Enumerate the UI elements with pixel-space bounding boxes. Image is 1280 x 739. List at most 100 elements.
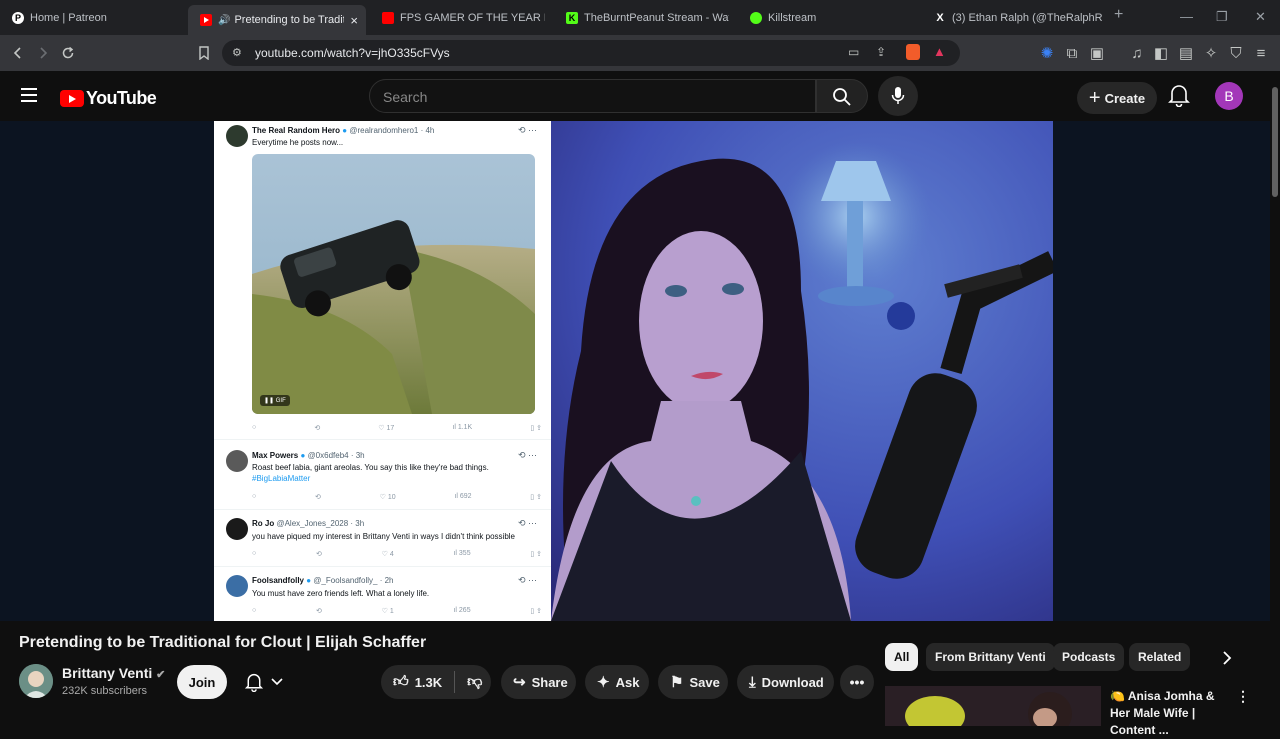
extension-box-icon[interactable]: ▣ — [1087, 43, 1107, 63]
tweet-author: Foolsandfolly ● @_Foolsandfolly_ · 2h — [252, 576, 394, 585]
tweet-actions: ○ ⟲ ♡ 10 ıl 692 ▯ ⇪ — [252, 493, 542, 501]
subscriber-count: 232K subscribers — [62, 685, 147, 697]
browser-menu-icon[interactable]: ≡ — [1251, 43, 1271, 63]
create-button[interactable]: + Create — [1077, 82, 1157, 114]
channel-name[interactable]: Brittany Venti ✔ — [62, 665, 165, 681]
youtube-logo[interactable]: YouTube — [60, 88, 157, 109]
tab-title: FPS GAMER OF THE YEAR DOES — [400, 11, 545, 24]
search-button[interactable] — [816, 79, 868, 113]
tab-fps-gamer[interactable]: FPS GAMER OF THE YEAR DOES — [370, 5, 550, 30]
search-icon — [833, 88, 851, 106]
dislike-button[interactable]: 👎︎ — [467, 673, 482, 691]
save-button[interactable]: ⚑ Save — [658, 665, 728, 699]
share-button[interactable]: ↪ Share — [501, 665, 576, 699]
recommendation-menu-icon[interactable]: ⋮ — [1236, 688, 1250, 705]
share-icon: ↪ — [513, 674, 526, 691]
logo-text: YouTube — [86, 88, 157, 108]
join-button[interactable]: Join — [177, 665, 227, 699]
site-settings-icon[interactable]: ⚙ — [232, 46, 242, 59]
tweet-more-icon: ⟲ ⋯ — [517, 518, 537, 528]
media-controls-icon[interactable]: ♫ — [1127, 43, 1147, 63]
close-window-icon[interactable]: ✕ — [1255, 9, 1266, 25]
tab-kick[interactable]: K TheBurntPeanut Stream - Watch — [554, 5, 734, 30]
back-icon[interactable] — [8, 43, 28, 63]
share-page-icon[interactable]: ⇪ — [876, 45, 886, 59]
brave-rewards-icon[interactable]: ▲ — [933, 44, 946, 59]
youtube-favicon-icon — [382, 11, 394, 24]
video-player[interactable]: The Real Random Hero ● @realrandomhero1 … — [0, 121, 1280, 621]
tweet-actions: ○ ⟲ ♡ 1 ıl 265 ▯ ⇪ — [252, 607, 542, 615]
tweet-text: Roast beef labia, giant areolas. You say… — [252, 463, 489, 472]
bookmark-share-icon: ▯ ⇪ — [530, 425, 542, 432]
recommendation-thumbnail[interactable] — [885, 686, 1101, 726]
rumble-icon — [750, 11, 762, 24]
views-icon: ıl 1.1K — [452, 424, 473, 431]
search-input[interactable]: Search — [369, 79, 816, 113]
chip-podcasts[interactable]: Podcasts — [1053, 643, 1125, 671]
extensions-puzzle-icon[interactable]: ⧉ — [1062, 43, 1082, 63]
bookmark-icon[interactable] — [194, 43, 214, 63]
chevron-right-icon[interactable] — [1221, 650, 1233, 671]
like-dislike-group: 👍︎ 1.3K 👎︎ — [381, 665, 491, 699]
address-bar[interactable]: ⚙ youtube.com/watch?v=jhO335cFVys ▭ ⇪ ▲ — [222, 40, 960, 66]
tab-x[interactable]: X (3) Ethan Ralph (@TheRalphRetort — [922, 5, 1102, 30]
youtube-favicon-icon — [200, 14, 212, 26]
more-horizontal-icon: ••• — [849, 674, 865, 690]
tweet-avatar — [226, 125, 248, 147]
speaker-icon[interactable]: 🔊 — [218, 15, 230, 26]
verified-icon: ✔ — [156, 669, 166, 681]
chip-related[interactable]: Related — [1129, 643, 1191, 671]
download-button[interactable]: ⤓ Download — [737, 665, 834, 699]
hamburger-menu-icon[interactable] — [20, 86, 40, 109]
chevron-down-icon — [271, 678, 283, 686]
brave-shields-icon[interactable] — [906, 44, 920, 60]
like-button[interactable]: 👍︎ — [393, 673, 409, 691]
tweet-avatar — [226, 575, 248, 597]
tweet-avatar — [226, 518, 248, 540]
cast-icon[interactable]: ▭ — [848, 45, 859, 59]
close-tab-icon[interactable]: × — [350, 13, 358, 28]
plus-icon: + — [1088, 86, 1101, 109]
leo-ai-icon[interactable]: ✧ — [1201, 43, 1221, 63]
maximize-icon[interactable]: ❐ — [1216, 9, 1228, 25]
tab-killstream[interactable]: Killstream — [738, 5, 918, 30]
forward-icon[interactable] — [33, 43, 53, 63]
sidebar-toggle-icon[interactable]: ◧ — [1151, 43, 1171, 63]
vpn-shield-icon[interactable]: ⛉ — [1226, 43, 1246, 63]
tab-patreon[interactable]: P Home | Patreon — [0, 5, 186, 30]
subscription-notifications-button[interactable] — [236, 665, 292, 699]
page-scrollbar[interactable] — [1270, 71, 1280, 720]
youtube-header: YouTube Search + Create B — [0, 71, 1280, 121]
tweet-screenshot-panel: The Real Random Hero ● @realrandomhero1 … — [214, 121, 551, 621]
youtube-play-icon — [60, 90, 84, 107]
channel-avatar[interactable] — [19, 664, 53, 698]
tweet-hashtag: #BigLabiaMatter — [252, 474, 311, 483]
more-actions-button[interactable]: ••• — [840, 665, 874, 699]
new-tab-icon[interactable]: + — [1114, 6, 1123, 24]
chip-from-channel[interactable]: From Brittany Venti — [926, 643, 1055, 671]
create-label: Create — [1104, 90, 1146, 106]
account-avatar[interactable]: B — [1215, 82, 1243, 110]
tab-title: Home | Patreon — [30, 11, 107, 24]
minimize-icon[interactable]: — — [1180, 9, 1193, 24]
tab-youtube-active[interactable]: 🔊 Pretending to be Traditio × — [188, 5, 366, 35]
patreon-icon: P — [12, 11, 24, 24]
divider — [454, 671, 456, 693]
x-icon: X — [936, 11, 944, 24]
tweet-actions: ○ ⟲ ♡ 4 ıl 355 ▯ ⇪ — [252, 550, 542, 558]
reload-icon[interactable] — [58, 43, 78, 63]
video-title: Pretending to be Traditional for Clout |… — [19, 634, 427, 651]
wallet-icon[interactable]: ▤ — [1176, 43, 1196, 63]
extension-blue-icon[interactable]: ✺ — [1037, 43, 1057, 63]
tweet-text: Everytime he posts now... — [252, 138, 344, 147]
sparkle-icon: ✦ — [597, 674, 610, 691]
ask-button[interactable]: ✦ Ask — [585, 665, 649, 699]
recommendation-title[interactable]: 🍋 Anisa Jomha & Her Male Wife | Content … — [1110, 688, 1230, 739]
url-text[interactable]: youtube.com/watch?v=jhO335cFVys — [255, 46, 450, 60]
notifications-bell-icon[interactable] — [1168, 83, 1194, 109]
chip-all[interactable]: All — [885, 643, 919, 671]
tweet-text: you have piqued my interest in Brittany … — [252, 532, 516, 541]
like-count[interactable]: 1.3K — [415, 675, 442, 690]
voice-search-button[interactable] — [878, 76, 918, 116]
scrollbar-thumb[interactable] — [1272, 87, 1278, 197]
